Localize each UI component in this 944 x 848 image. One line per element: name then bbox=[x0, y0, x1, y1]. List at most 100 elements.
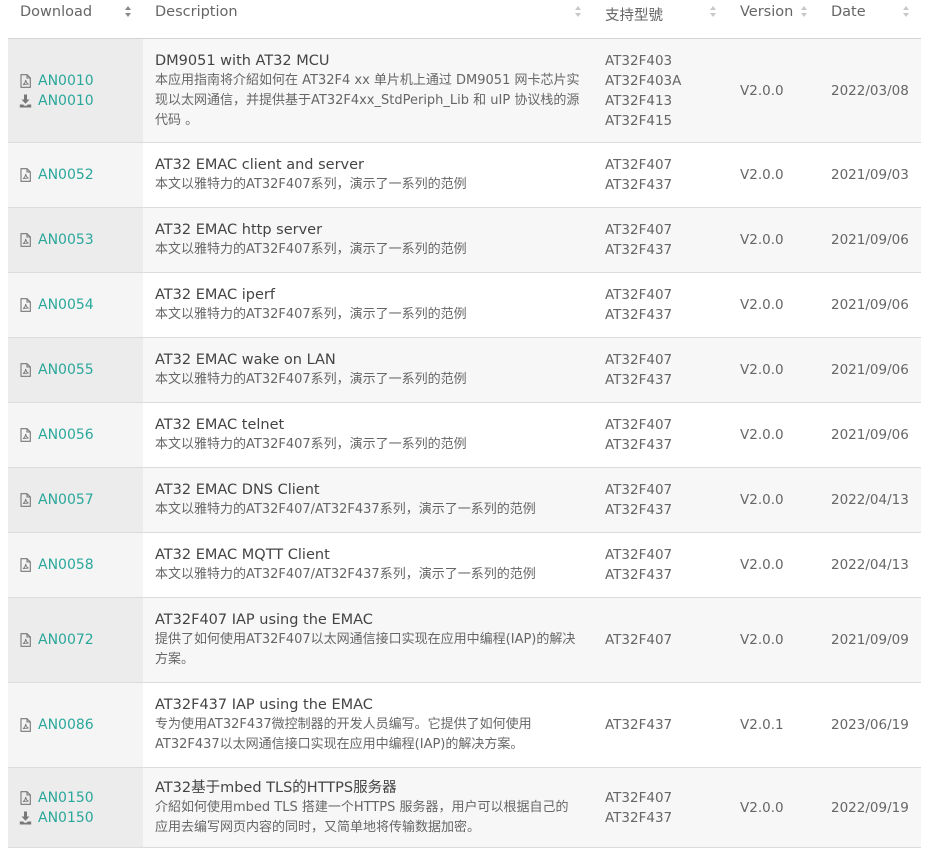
description-cell: AT32基于mbed TLS的HTTPS服务器 介紹如何使用mbed TLS 搭建… bbox=[143, 767, 593, 848]
date-cell: 2022/04/13 bbox=[819, 532, 921, 598]
model-item: AT32F437 bbox=[605, 177, 673, 193]
doc-description: 提供了如何使用AT32F407以太网通信接口实现在应用中编程(IAP)的解决方案… bbox=[155, 632, 576, 667]
pdf-icon[interactable] bbox=[19, 718, 32, 732]
download-cell: AN0010 AN0010 bbox=[8, 38, 143, 143]
column-header-models[interactable]: 支持型號 bbox=[593, 0, 728, 39]
pdf-icon[interactable] bbox=[19, 298, 32, 312]
doc-description: 本文以雅特力的AT32F407系列，演示了一系列的范例 bbox=[155, 372, 467, 387]
download-link[interactable]: AN0150 bbox=[38, 808, 94, 828]
description-cell: DM9051 with AT32 MCU 本应用指南将介紹如何在 AT32F4 x… bbox=[143, 38, 593, 143]
version-cell: V2.0.0 bbox=[728, 532, 819, 598]
download-cell: AN0057 bbox=[8, 467, 143, 533]
doc-description: 本文以雅特力的AT32F407系列，演示了一系列的范例 bbox=[155, 242, 467, 257]
date-cell: 2021/09/06 bbox=[819, 272, 921, 338]
download-link[interactable]: AN0010 bbox=[38, 91, 94, 111]
pdf-icon[interactable] bbox=[19, 790, 32, 805]
pdf-icon[interactable] bbox=[19, 363, 32, 377]
pdf-icon[interactable] bbox=[19, 168, 32, 182]
version-cell: V2.0.0 bbox=[728, 597, 819, 683]
table-row: AN0058 AT32 EMAC MQTT Client 本文以雅特力的AT32F4… bbox=[8, 532, 921, 598]
description-cell: AT32 EMAC telnet 本文以雅特力的AT32F407系列，演示了一系列… bbox=[143, 402, 593, 468]
column-header-date[interactable]: Date bbox=[819, 0, 921, 39]
table-body: AN0010 AN0010 DM9051 with AT32 MCU 本应用指南将介紹… bbox=[8, 38, 921, 848]
doc-title: AT32F437 IAP using the EMAC bbox=[155, 697, 373, 713]
pdf-icon[interactable] bbox=[19, 73, 32, 88]
date-cell: 2022/04/13 bbox=[819, 467, 921, 533]
download-link[interactable]: AN0072 bbox=[38, 630, 94, 650]
model-item: AT32F437 bbox=[605, 502, 673, 518]
model-item: AT32F437 bbox=[605, 242, 673, 258]
doc-title: DM9051 with AT32 MCU bbox=[155, 52, 330, 69]
column-header-version[interactable]: Version bbox=[728, 0, 819, 39]
download-cell: AN0056 bbox=[8, 402, 143, 468]
download-cell: AN0086 bbox=[8, 682, 143, 768]
download-icon[interactable] bbox=[19, 811, 32, 825]
doc-description: 本文以雅特力的AT32F407系列，演示了一系列的范例 bbox=[155, 177, 467, 192]
download-link[interactable]: AN0055 bbox=[38, 360, 94, 380]
models-cell: AT32F407 AT32F437 bbox=[593, 207, 728, 273]
table-row: AN0010 AN0010 DM9051 with AT32 MCU 本应用指南将介紹… bbox=[8, 38, 921, 143]
download-item: AN0054 bbox=[19, 295, 131, 315]
version-cell: V2.0.0 bbox=[728, 272, 819, 338]
description-cell: AT32F437 IAP using the EMAC 专为使用AT32F437微… bbox=[143, 682, 593, 768]
download-link[interactable]: AN0010 bbox=[38, 71, 94, 91]
models-cell: AT32F407 AT32F437 bbox=[593, 532, 728, 598]
date-cell: 2022/03/08 bbox=[819, 38, 921, 143]
column-header-models-label: 支持型號 bbox=[605, 8, 663, 24]
date-cell: 2021/09/06 bbox=[819, 402, 921, 468]
column-header-description[interactable]: Description bbox=[143, 0, 593, 39]
download-item: AN0053 bbox=[19, 230, 131, 250]
model-item: AT32F407 bbox=[605, 547, 673, 563]
table-row: AN0052 AT32 EMAC client and server 本文以雅特力的… bbox=[8, 142, 921, 208]
date-cell: 2022/09/19 bbox=[819, 767, 921, 848]
doc-title: AT32 EMAC telnet bbox=[155, 417, 285, 433]
models-cell: AT32F403 AT32F403A AT32F413 AT32F415 bbox=[593, 38, 728, 143]
sort-icon[interactable] bbox=[903, 6, 911, 20]
download-link[interactable]: AN0056 bbox=[38, 425, 94, 445]
version-cell: V2.0.0 bbox=[728, 467, 819, 533]
download-cell: AN0072 bbox=[8, 597, 143, 683]
model-item: AT32F407 bbox=[605, 482, 673, 498]
download-link[interactable]: AN0053 bbox=[38, 230, 94, 250]
table-row: AN0086 AT32F437 IAP using the EMAC 专为使用AT3… bbox=[8, 682, 921, 768]
model-item: AT32F437 bbox=[605, 307, 673, 323]
column-header-download[interactable]: Download bbox=[8, 0, 143, 39]
download-item: AN0058 bbox=[19, 555, 131, 575]
pdf-icon[interactable] bbox=[19, 558, 32, 572]
sort-icon[interactable] bbox=[125, 6, 133, 20]
models-cell: AT32F437 bbox=[593, 682, 728, 768]
pdf-icon[interactable] bbox=[19, 493, 32, 507]
model-item: AT32F407 bbox=[605, 222, 673, 238]
date-cell: 2021/09/06 bbox=[819, 337, 921, 403]
pdf-icon[interactable] bbox=[19, 233, 32, 247]
download-link[interactable]: AN0058 bbox=[38, 555, 94, 575]
pdf-icon[interactable] bbox=[19, 428, 32, 442]
models-cell: AT32F407 AT32F437 bbox=[593, 272, 728, 338]
download-link[interactable]: AN0057 bbox=[38, 490, 94, 510]
doc-title: AT32 EMAC wake on LAN bbox=[155, 352, 336, 368]
column-header-download-label: Download bbox=[20, 4, 93, 20]
download-link[interactable]: AN0086 bbox=[38, 715, 94, 735]
download-link[interactable]: AN0054 bbox=[38, 295, 94, 315]
doc-description: 本文以雅特力的AT32F407/AT32F437系列，演示了一系列的范例 bbox=[155, 567, 536, 582]
download-cell: AN0054 bbox=[8, 272, 143, 338]
models-cell: AT32F407 AT32F437 bbox=[593, 767, 728, 848]
sort-icon[interactable] bbox=[575, 6, 583, 20]
model-item: AT32F437 bbox=[605, 567, 673, 583]
column-header-date-label: Date bbox=[831, 4, 866, 20]
table-row: AN0055 AT32 EMAC wake on LAN 本文以雅特力的AT32F4… bbox=[8, 337, 921, 403]
pdf-icon[interactable] bbox=[19, 633, 32, 647]
sort-icon[interactable] bbox=[710, 6, 718, 20]
download-item: AN0052 bbox=[19, 165, 131, 185]
date-cell: 2021/09/09 bbox=[819, 597, 921, 683]
model-item: AT32F403 bbox=[605, 52, 673, 69]
description-cell: AT32 EMAC DNS Client 本文以雅特力的AT32F407/AT32… bbox=[143, 467, 593, 533]
download-icon[interactable] bbox=[19, 94, 32, 108]
download-item: AN0086 bbox=[19, 715, 131, 735]
download-link[interactable]: AN0052 bbox=[38, 165, 94, 185]
sort-icon[interactable] bbox=[801, 6, 809, 20]
model-item: AT32F403A bbox=[605, 72, 682, 89]
table-row: AN0057 AT32 EMAC DNS Client 本文以雅特力的AT32F40… bbox=[8, 467, 921, 533]
description-cell: AT32 EMAC http server 本文以雅特力的AT32F407系列，演… bbox=[143, 207, 593, 273]
download-link[interactable]: AN0150 bbox=[38, 788, 94, 808]
